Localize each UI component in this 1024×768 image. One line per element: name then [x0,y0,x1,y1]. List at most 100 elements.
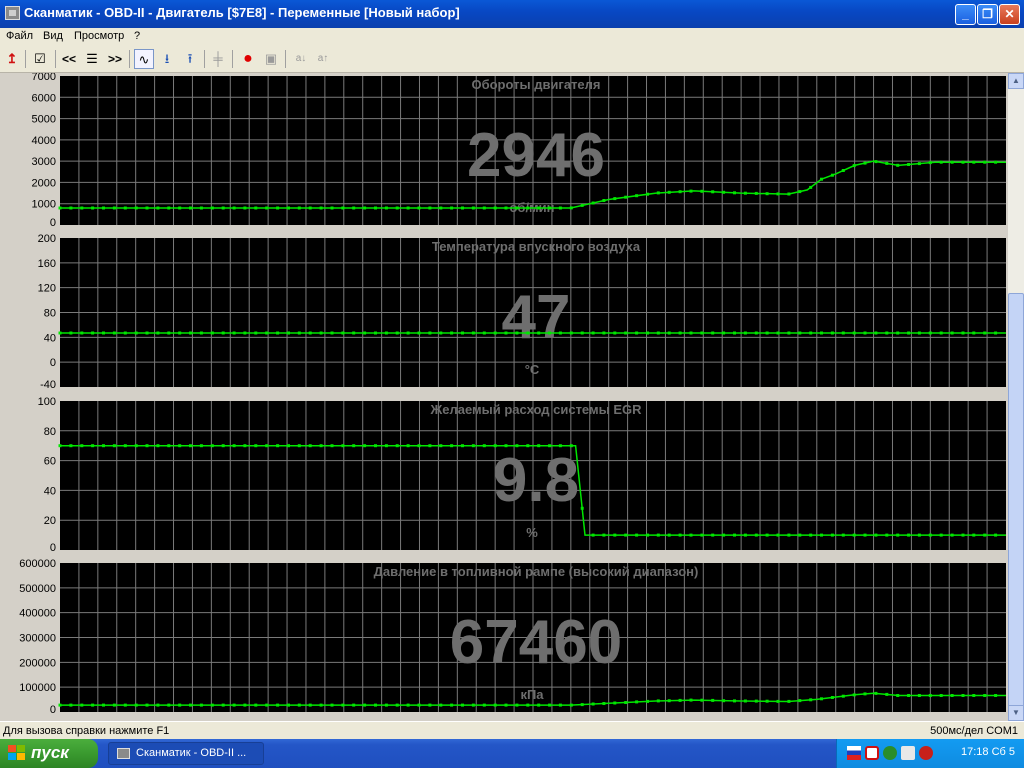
y-tick-label: 40 [44,485,56,497]
title-bar: Сканматик - OBD-II - Двигатель [$7E8] - … [0,0,1024,28]
data-point [167,331,171,335]
y-tick-label: 0 [50,542,56,554]
language-icon[interactable] [847,746,861,760]
sort-down-icon[interactable]: a↓ [291,49,311,69]
data-point [700,533,704,537]
data-point [558,703,562,707]
chart-unit: °C [525,362,540,377]
toolbar-separator [232,50,233,68]
graph-icon[interactable]: ∿ [134,49,154,69]
data-point [243,444,247,448]
menu-view[interactable]: Вид [43,30,63,42]
save-icon[interactable]: ▣ [261,49,281,69]
data-point [178,703,182,707]
exit-arrow-icon[interactable]: ↥ [2,49,22,69]
data-point [526,703,530,707]
data-point [787,533,791,537]
data-point [776,533,780,537]
vertical-scrollbar[interactable]: ▲ ▼ [1008,73,1024,763]
data-point [482,444,486,448]
menu-browse[interactable]: Просмотр [74,30,124,42]
data-point [395,331,399,335]
data-point [765,533,769,537]
data-point [613,331,617,335]
data-point [406,331,410,335]
data-point [319,331,323,335]
data-point [493,703,497,707]
data-point [287,703,290,707]
data-point [80,331,84,335]
data-point [809,331,813,335]
data-point [91,703,95,707]
minimize-button[interactable]: _ [955,4,976,25]
data-point [384,206,388,210]
pin-icon[interactable]: ╪ [208,49,228,69]
download-icon[interactable]: ⭳ [157,49,177,69]
data-point [580,203,584,207]
data-point [80,206,84,210]
data-point [145,206,149,210]
data-point [308,206,312,210]
data-point [656,699,660,703]
start-button[interactable]: пуск [0,739,98,768]
data-point [765,699,769,703]
data-point [167,703,171,707]
menu-file[interactable]: Файл [6,30,33,42]
data-point [189,331,192,335]
maximize-button[interactable]: ❐ [977,4,998,25]
antivirus-icon[interactable] [865,746,879,760]
security-icon[interactable] [883,746,897,760]
app-icon[interactable] [5,6,20,20]
data-point [667,699,671,703]
data-point [928,533,932,537]
data-point [221,444,225,448]
data-point [297,206,301,210]
data-point [526,444,530,448]
network-icon[interactable] [901,746,915,760]
scroll-thumb[interactable] [1008,293,1024,763]
data-point [69,206,73,210]
data-point [265,703,269,707]
y-tick-label: 0 [50,704,56,716]
menu-help[interactable]: ? [134,30,140,42]
y-tick-label: 80 [44,308,56,320]
data-point [341,703,345,707]
data-point [765,331,769,335]
data-point [646,699,649,703]
scroll-down-icon[interactable]: ▼ [1008,705,1024,721]
prev-icon[interactable]: << [59,49,79,69]
data-point [711,698,715,702]
data-point [917,533,921,537]
scroll-up-icon[interactable]: ▲ [1008,73,1024,89]
taskbar-item-scanmatik[interactable]: Сканматик - OBD-II ... [108,742,264,765]
record-icon[interactable]: ● [238,49,258,69]
data-point [330,206,334,210]
data-point [504,444,508,448]
data-point [221,331,225,335]
data-point [678,533,682,537]
list-icon[interactable]: ☰ [82,49,102,69]
data-point [58,444,62,448]
data-point [776,192,780,196]
data-point [493,206,497,210]
data-point [733,191,736,195]
data-point [820,697,823,701]
data-point [199,703,203,707]
shield-icon[interactable] [919,746,933,760]
y-tick-label: 500000 [19,583,56,595]
close-button[interactable]: ✕ [999,4,1020,25]
data-point [830,173,834,177]
data-point [69,444,73,448]
data-point [450,444,454,448]
next-icon[interactable]: >> [105,49,125,69]
data-point [287,206,290,210]
data-point [678,190,682,194]
sort-up-icon[interactable]: a↑ [313,49,333,69]
data-point [145,444,149,448]
upload-icon[interactable]: ⭱ [180,49,200,69]
data-point [591,331,595,335]
checklist-icon[interactable]: ☑ [30,49,50,69]
data-point [80,444,84,448]
data-point [232,703,236,707]
data-point [58,206,62,210]
